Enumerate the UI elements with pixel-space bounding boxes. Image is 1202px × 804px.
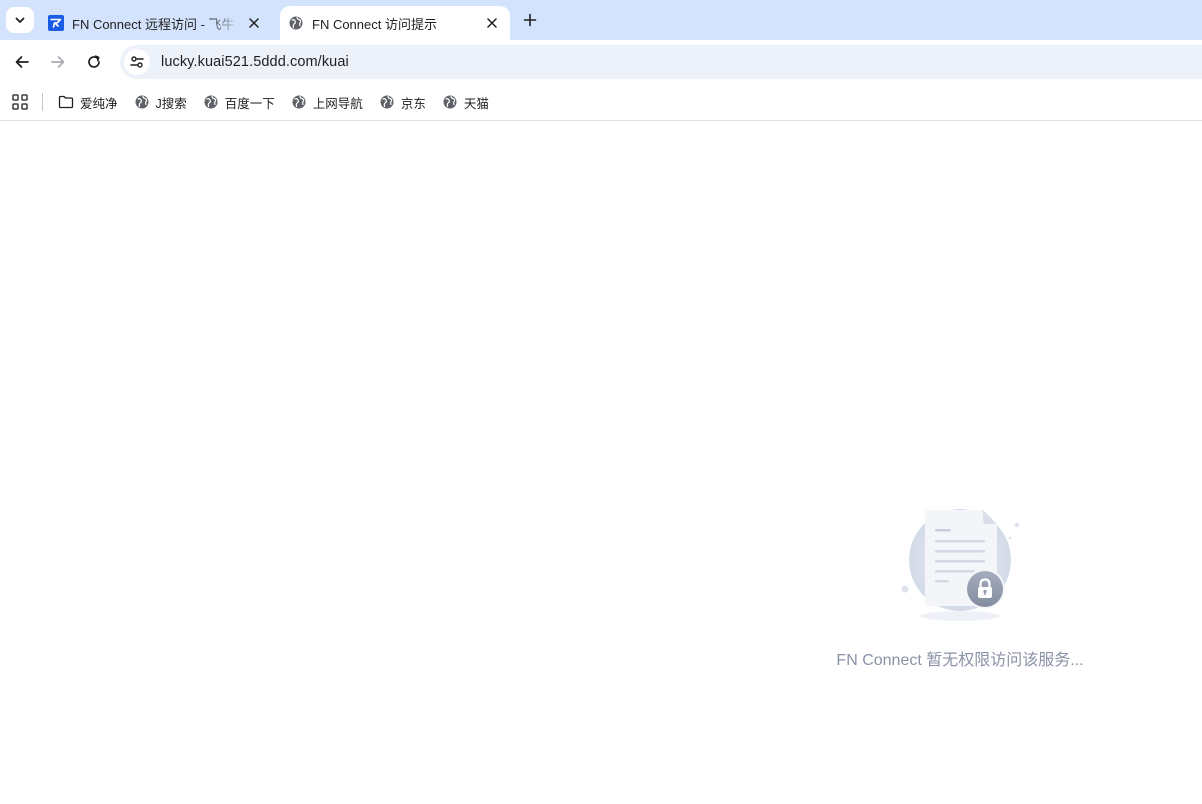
- bookmark-label: 天猫: [463, 96, 489, 111]
- bookmark-item[interactable]: 京东: [379, 88, 426, 116]
- bookmarks-bar: 爱纯净 J搜索 百度一下 上网导航 京东 天猫: [0, 84, 1202, 121]
- globe-icon: [379, 94, 395, 110]
- reload-button[interactable]: [80, 48, 108, 76]
- forward-button[interactable]: [44, 48, 72, 76]
- apps-grid-icon[interactable]: [10, 92, 30, 112]
- new-tab-button[interactable]: [518, 8, 542, 32]
- globe-icon: [291, 94, 307, 110]
- bookmark-item[interactable]: 天猫: [442, 88, 489, 116]
- plus-icon: [523, 13, 537, 27]
- globe-icon: [203, 94, 219, 110]
- bookmarks-divider: [42, 93, 43, 111]
- globe-icon: [134, 94, 150, 110]
- bookmark-label: J搜索: [155, 96, 187, 111]
- site-info-icon[interactable]: [124, 49, 150, 75]
- tab-strip: FN Connect 远程访问 - 飞牛 fnOS FN Connect 访问提…: [0, 0, 1202, 40]
- reload-icon: [88, 55, 100, 68]
- tab-search-button[interactable]: [6, 7, 34, 33]
- bookmark-label: 京东: [400, 96, 426, 111]
- bookmark-folder[interactable]: 爱纯净: [58, 88, 118, 116]
- arrow-right-icon: [51, 56, 65, 68]
- tab-fn-connect-remote[interactable]: FN Connect 远程访问 - 飞牛 fnOS: [40, 6, 272, 40]
- chevron-down-icon: [15, 17, 25, 23]
- tab-title: FN Connect 访问提示: [312, 16, 437, 32]
- browser-toolbar: lucky.kuai521.5ddd.com/kuai: [0, 40, 1202, 84]
- tab-title: FN Connect 远程访问 - 飞牛 fnOS: [72, 16, 240, 32]
- close-tab-icon[interactable]: [246, 15, 262, 31]
- access-denied-message: FN Connect 暂无权限访问该服务...: [836, 652, 1084, 669]
- bookmark-label: 上网导航: [312, 96, 363, 111]
- close-tab-icon[interactable]: [484, 15, 500, 31]
- globe-icon: [288, 15, 304, 31]
- bookmark-item[interactable]: 上网导航: [291, 88, 363, 116]
- globe-icon: [442, 94, 458, 110]
- folder-icon: [58, 94, 74, 110]
- bookmark-item[interactable]: J搜索: [134, 88, 187, 116]
- bookmark-item[interactable]: 百度一下: [203, 88, 275, 116]
- bookmark-label: 爱纯净: [80, 96, 118, 111]
- address-bar[interactable]: lucky.kuai521.5ddd.com/kuai: [120, 45, 1202, 79]
- arrow-left-icon: [15, 56, 29, 68]
- url-text[interactable]: lucky.kuai521.5ddd.com/kuai: [161, 54, 349, 70]
- bookmark-label: 百度一下: [224, 96, 275, 111]
- back-button[interactable]: [8, 48, 36, 76]
- fn-connect-icon: [48, 15, 64, 31]
- locked-document-icon: [896, 506, 1026, 624]
- tab-fn-connect-notice[interactable]: FN Connect 访问提示: [280, 6, 510, 40]
